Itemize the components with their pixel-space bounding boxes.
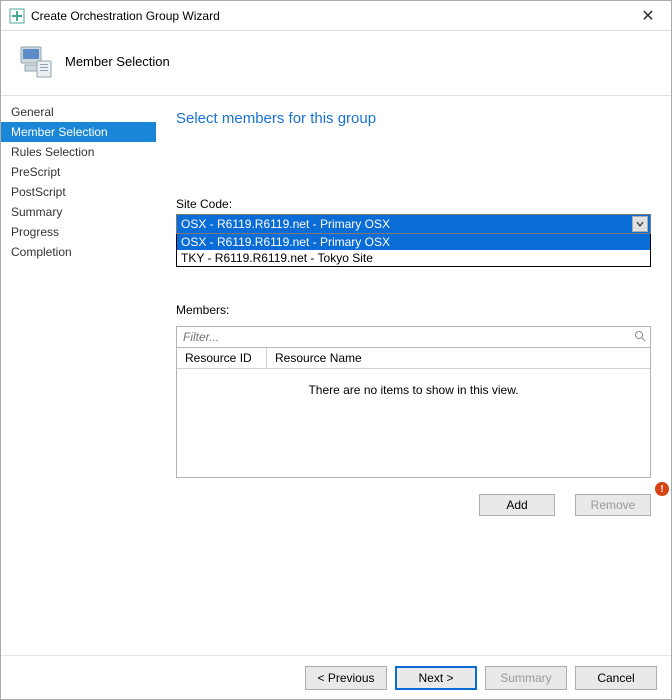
column-resource-name[interactable]: Resource Name bbox=[267, 348, 650, 368]
site-code-option[interactable]: OSX - R6119.R6119.net - Primary OSX bbox=[177, 234, 650, 250]
member-buttons: Add Remove bbox=[176, 494, 651, 516]
grid-empty-text: There are no items to show in this view. bbox=[177, 369, 650, 477]
wizard-icon bbox=[15, 41, 55, 81]
filter-input[interactable] bbox=[177, 328, 630, 346]
header: Member Selection bbox=[1, 31, 671, 95]
titlebar: Create Orchestration Group Wizard ✕ bbox=[1, 1, 671, 31]
site-code-label: Site Code: bbox=[176, 197, 651, 211]
wizard-window: Create Orchestration Group Wizard ✕ Memb… bbox=[0, 0, 672, 700]
site-code-selected[interactable]: OSX - R6119.R6119.net - Primary OSX bbox=[176, 214, 651, 234]
window-title: Create Orchestration Group Wizard bbox=[31, 9, 633, 23]
search-icon[interactable] bbox=[630, 330, 650, 345]
footer: < Previous Next > Summary Cancel bbox=[1, 655, 671, 699]
sidebar-item-summary[interactable]: Summary bbox=[1, 202, 156, 222]
page-title: Select members for this group bbox=[176, 110, 651, 127]
app-icon bbox=[9, 8, 25, 24]
site-code-option[interactable]: TKY - R6119.R6119.net - Tokyo Site bbox=[177, 250, 650, 266]
summary-button[interactable]: Summary bbox=[485, 666, 567, 690]
main-panel: Select members for this group Site Code:… bbox=[156, 96, 671, 655]
site-code-selected-text: OSX - R6119.R6119.net - Primary OSX bbox=[181, 217, 390, 231]
sidebar: General Member Selection Rules Selection… bbox=[1, 96, 156, 655]
sidebar-item-member-selection[interactable]: Member Selection bbox=[1, 122, 156, 142]
sidebar-item-postscript[interactable]: PostScript bbox=[1, 182, 156, 202]
add-button[interactable]: Add bbox=[479, 494, 555, 516]
header-title: Member Selection bbox=[65, 54, 170, 69]
body: General Member Selection Rules Selection… bbox=[1, 95, 671, 655]
next-button[interactable]: Next > bbox=[395, 666, 477, 690]
cancel-button[interactable]: Cancel bbox=[575, 666, 657, 690]
warning-icon: ! bbox=[655, 482, 669, 496]
previous-button[interactable]: < Previous bbox=[305, 666, 387, 690]
members-grid: Resource ID Resource Name There are no i… bbox=[176, 348, 651, 478]
sidebar-item-prescript[interactable]: PreScript bbox=[1, 162, 156, 182]
chevron-down-icon[interactable] bbox=[632, 216, 648, 232]
sidebar-item-progress[interactable]: Progress bbox=[1, 222, 156, 242]
column-resource-id[interactable]: Resource ID bbox=[177, 348, 267, 368]
site-code-combo[interactable]: OSX - R6119.R6119.net - Primary OSX OSX … bbox=[176, 214, 651, 267]
close-button[interactable]: ✕ bbox=[633, 6, 663, 26]
sidebar-item-completion[interactable]: Completion bbox=[1, 242, 156, 262]
sidebar-item-rules-selection[interactable]: Rules Selection bbox=[1, 142, 156, 162]
remove-button[interactable]: Remove bbox=[575, 494, 651, 516]
filter-row bbox=[176, 326, 651, 348]
grid-header: Resource ID Resource Name bbox=[177, 348, 650, 369]
members-label: Members: bbox=[176, 303, 651, 317]
site-code-dropdown-list: OSX - R6119.R6119.net - Primary OSX TKY … bbox=[176, 234, 651, 267]
sidebar-item-general[interactable]: General bbox=[1, 102, 156, 122]
